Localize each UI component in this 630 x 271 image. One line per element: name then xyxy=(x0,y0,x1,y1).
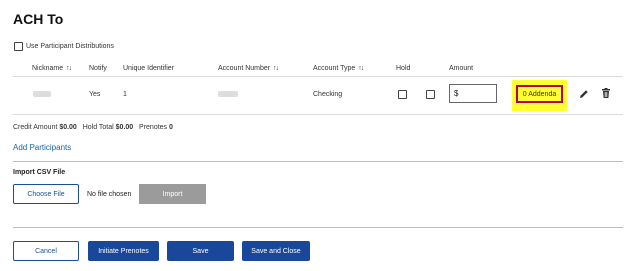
prenotes-label: Prenotes xyxy=(139,124,168,131)
save-and-close-label: Save and Close xyxy=(251,247,301,255)
add-participants-link[interactable]: Add Participants xyxy=(13,143,71,152)
column-header-label: Amount xyxy=(449,65,474,72)
addenda-button[interactable]: 0 Addenda xyxy=(516,85,563,103)
save-and-close-button[interactable]: Save and Close xyxy=(242,241,310,261)
footer-divider xyxy=(13,227,623,228)
choose-file-label: Choose File xyxy=(27,190,65,198)
cancel-button[interactable]: Cancel xyxy=(13,241,79,261)
sort-icon[interactable]: ↑↓ xyxy=(358,65,364,72)
account-number-redacted xyxy=(218,91,238,97)
trash-icon[interactable] xyxy=(601,88,611,99)
pencil-icon[interactable] xyxy=(579,89,589,99)
amount-currency: $ xyxy=(454,89,459,98)
column-header-hold: Hold xyxy=(396,65,410,72)
column-header-label: Unique Identifier xyxy=(123,65,174,72)
credit-amount-label: Credit Amount xyxy=(13,124,58,131)
table-header-divider xyxy=(13,76,623,77)
sort-icon[interactable]: ↑↓ xyxy=(273,65,279,72)
column-header-label: Hold xyxy=(396,65,411,72)
hold-total-label: Hold Total xyxy=(82,124,114,131)
nickname-redacted xyxy=(33,91,51,97)
totals-summary: Credit Amount $0.00 Hold Total $0.00 Pre… xyxy=(13,124,173,131)
column-header-account-type[interactable]: Account Type ↑↓ xyxy=(313,65,364,72)
use-participant-distributions-checkbox[interactable] xyxy=(14,42,23,51)
hold-total-value: $0.00 xyxy=(115,124,134,131)
column-header-notify: Notify xyxy=(89,65,107,72)
prenotes-value: 0 xyxy=(169,124,173,131)
import-label: Import xyxy=(162,190,183,198)
use-participant-distributions-label: Use Participant Distributions xyxy=(26,43,114,50)
column-header-unique-identifier: Unique Identifier xyxy=(123,65,174,72)
cancel-label: Cancel xyxy=(35,247,57,255)
prenote-checkbox[interactable] xyxy=(426,90,435,99)
amount-input[interactable]: $ xyxy=(449,84,497,103)
save-button[interactable]: Save xyxy=(167,241,234,261)
row-notify: Yes xyxy=(89,91,101,98)
column-header-amount: Amount xyxy=(449,65,473,72)
save-label: Save xyxy=(192,247,209,255)
initiate-prenotes-label: Initiate Prenotes xyxy=(98,247,149,255)
column-header-account-number[interactable]: Account Number ↑↓ xyxy=(218,65,279,72)
no-file-chosen-text: No file chosen xyxy=(87,191,132,198)
row-unique-identifier: 1 xyxy=(123,91,127,98)
addenda-label: 0 Addenda xyxy=(522,90,557,98)
column-header-label: Account Number xyxy=(218,65,271,72)
sort-icon[interactable]: ↑↓ xyxy=(66,65,72,72)
column-header-label: Nickname xyxy=(32,65,64,72)
column-header-label: Account Type xyxy=(313,65,356,72)
credit-amount-value: $0.00 xyxy=(59,124,77,131)
import-button[interactable]: Import xyxy=(139,184,206,204)
page-title: ACH To xyxy=(13,11,64,27)
import-csv-title: Import CSV File xyxy=(13,169,66,176)
column-header-label: Notify xyxy=(89,65,107,72)
hold-checkbox[interactable] xyxy=(398,90,407,99)
column-header-nickname[interactable]: Nickname ↑↓ xyxy=(32,65,72,72)
table-row-divider xyxy=(13,114,623,115)
choose-file-button[interactable]: Choose File xyxy=(13,184,79,204)
section-divider xyxy=(13,161,623,162)
row-account-type: Checking xyxy=(313,91,343,98)
initiate-prenotes-button[interactable]: Initiate Prenotes xyxy=(88,241,159,261)
